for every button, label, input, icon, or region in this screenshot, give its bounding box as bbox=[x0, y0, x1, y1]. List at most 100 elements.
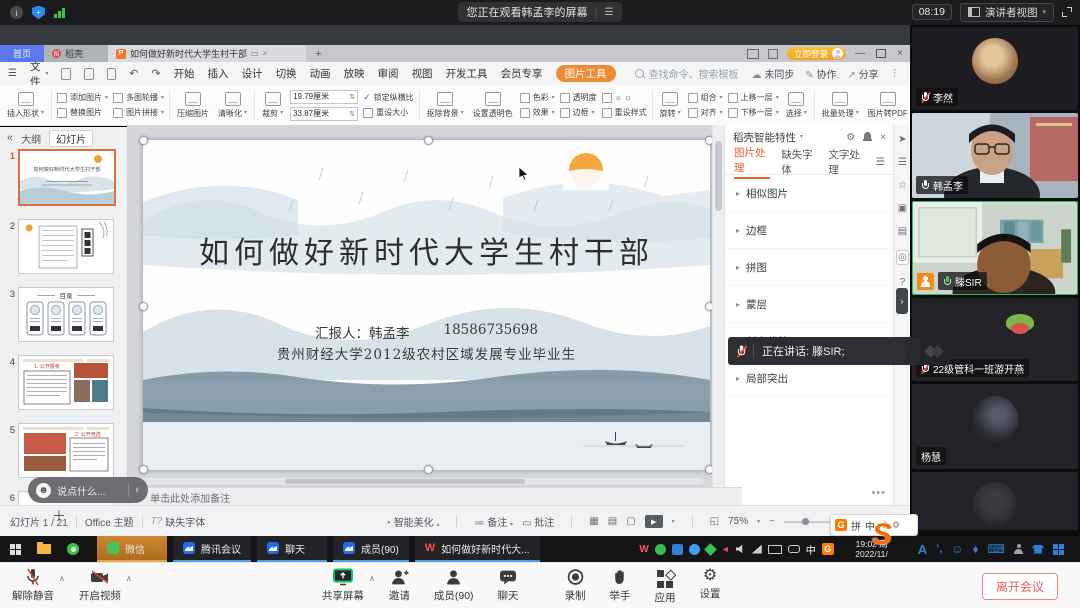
play-options-icon[interactable]: ▾ bbox=[672, 519, 675, 525]
bell-icon[interactable] bbox=[863, 132, 872, 142]
record-button[interactable]: 录制 bbox=[565, 568, 586, 603]
collapse-panel-icon[interactable]: « bbox=[7, 132, 13, 144]
window-split-icon[interactable] bbox=[768, 49, 778, 59]
browser-icon[interactable] bbox=[67, 543, 79, 555]
network-tray-icon[interactable] bbox=[752, 545, 762, 554]
panel-section[interactable]: ▸相似图片 bbox=[725, 175, 894, 212]
ribbon-button[interactable]: 边框▾ bbox=[560, 107, 597, 119]
slide-canvas[interactable]: 如何做好新时代大学生村干部 汇报人：韩孟李 18586735698 贵州财经大学… bbox=[127, 125, 712, 487]
ribbon-button[interactable]: 图片拼接▾ bbox=[113, 107, 164, 119]
sliders-icon[interactable]: ☰ bbox=[898, 158, 907, 168]
panel-tab[interactable]: 缺失字体 bbox=[781, 147, 817, 177]
taskbar-button[interactable]: 腾讯会议 bbox=[173, 536, 251, 562]
comment-button[interactable]: ▭ 批注 bbox=[522, 514, 554, 529]
ribbon-button[interactable]: 色彩▾ bbox=[520, 92, 555, 104]
theme-label[interactable]: Office 主题 bbox=[85, 514, 134, 529]
exit-fullscreen-icon[interactable] bbox=[1062, 7, 1072, 17]
size-input[interactable]: 33.87厘米⇅ bbox=[290, 107, 358, 121]
watching-banner[interactable]: 您正在观看韩孟李的屏幕 ☰ bbox=[458, 2, 623, 22]
ribbon-button[interactable]: 压缩图片 bbox=[175, 92, 211, 119]
toolbox-grid-icon[interactable] bbox=[1053, 544, 1064, 555]
sogou-s-logo[interactable]: S bbox=[872, 520, 892, 550]
menu-item[interactable]: 开发工具 bbox=[446, 66, 488, 81]
leave-meeting-button[interactable]: 离开会议 bbox=[982, 573, 1058, 600]
zoom-options-icon[interactable]: ▾ bbox=[757, 519, 760, 525]
battery-tray-icon[interactable] bbox=[768, 545, 782, 554]
info-icon[interactable]: i bbox=[10, 6, 23, 19]
panel-tab[interactable]: 文字处理 bbox=[828, 147, 864, 177]
login-button[interactable]: 立即登录 bbox=[787, 47, 846, 60]
slide-thumbnail-1[interactable]: 1 如何做好新时代大学生村干部 bbox=[3, 149, 127, 206]
ribbon-button[interactable]: 选择▾ bbox=[784, 92, 809, 119]
ribbon-button[interactable]: 重设大小 bbox=[363, 107, 414, 119]
account-icon[interactable] bbox=[1014, 544, 1023, 554]
participant-tile[interactable]: 李然 bbox=[912, 27, 1078, 110]
slideshow-play-button[interactable]: ▶ bbox=[645, 515, 663, 528]
share-options-icon[interactable]: ∧ bbox=[369, 574, 375, 583]
selection-handle[interactable] bbox=[705, 136, 712, 145]
meeting-tray-icon[interactable] bbox=[672, 544, 683, 555]
tab-docer[interactable]: 稻 稻壳 bbox=[44, 45, 108, 62]
start-button-icon[interactable] bbox=[10, 544, 21, 555]
panel-tab-menu-icon[interactable]: ☰ bbox=[876, 156, 885, 168]
ribbon-button[interactable]: 对齐▾ bbox=[688, 107, 723, 119]
video-options-icon[interactable]: ∧ bbox=[126, 574, 132, 583]
close-button[interactable]: × bbox=[897, 48, 903, 59]
ribbon-button[interactable]: ✓锁定纵横比 bbox=[363, 92, 414, 104]
ribbon-button[interactable]: 旋转▾ bbox=[658, 92, 683, 119]
help-icon[interactable]: ? bbox=[900, 278, 906, 288]
selection-handle[interactable] bbox=[139, 302, 148, 311]
location-icon[interactable]: ◎ bbox=[896, 250, 910, 265]
menu-item[interactable]: 会员专享 bbox=[501, 66, 543, 81]
minimize-button[interactable]: — bbox=[855, 48, 865, 59]
g-tray-icon[interactable]: G bbox=[822, 543, 834, 555]
size-input[interactable]: 19.79厘米⇅ bbox=[290, 90, 358, 104]
taskbar-button[interactable]: 聊天 bbox=[257, 536, 327, 562]
slide[interactable]: 如何做好新时代大学生村干部 汇报人：韩孟李 18586735698 贵州财经大学… bbox=[143, 140, 710, 470]
menu-item[interactable]: 插入 bbox=[208, 66, 229, 81]
skin-icon[interactable] bbox=[1032, 545, 1044, 554]
emoji-icon[interactable]: ☻ bbox=[36, 483, 51, 498]
assistant-icon[interactable]: ➤ bbox=[898, 135, 906, 145]
menu-item[interactable]: 切换 bbox=[276, 66, 297, 81]
participant-tile[interactable]: 杨慧 bbox=[912, 384, 1078, 469]
voice-input-icon[interactable]: ♦ bbox=[973, 542, 979, 556]
ribbon-button[interactable]: 裁剪▾ bbox=[260, 92, 285, 119]
slide-thumbnail-2[interactable]: 2 bbox=[3, 219, 127, 274]
more-dots-icon[interactable]: ••• bbox=[871, 487, 886, 499]
tab-document[interactable]: P 如何做好新时代大学生村干部 ▭ × bbox=[108, 45, 306, 62]
collaborate-button[interactable]: ✎ 协作 bbox=[805, 66, 836, 81]
tab-outline[interactable]: 大纲 bbox=[21, 131, 41, 146]
danmaku-chat-bubble[interactable]: ☻ 说点什么... ‹ bbox=[28, 477, 148, 503]
members-button[interactable]: 成员(90) bbox=[434, 568, 474, 603]
selection-handle[interactable] bbox=[424, 136, 433, 145]
ribbon-button[interactable]: 批量处理▾ bbox=[820, 92, 861, 119]
file-menu[interactable]: 文件▾ bbox=[30, 59, 49, 89]
share-button[interactable]: ↗ 分享 bbox=[848, 66, 879, 81]
reading-view-icon[interactable]: ▢ bbox=[626, 516, 635, 527]
panel-section[interactable]: ▸局部突出 bbox=[725, 360, 894, 397]
sync-status[interactable]: ☁ 未同步 bbox=[752, 66, 795, 81]
note-button[interactable]: ≔ 备注 ▾ bbox=[474, 514, 513, 529]
missing-font-label[interactable]: 缺失字体 bbox=[165, 514, 205, 529]
wechat-tray-icon[interactable] bbox=[655, 544, 666, 555]
slide-thumbnail-3[interactable]: 3 目录 bbox=[3, 287, 127, 342]
punctuation-icon[interactable]: ’, bbox=[936, 543, 942, 555]
emoji-picker-icon[interactable]: ☺ bbox=[951, 542, 963, 556]
save-icon[interactable] bbox=[61, 68, 71, 80]
close-panel-icon[interactable]: × bbox=[880, 132, 886, 143]
ime-settings-icon[interactable]: ⚙ bbox=[892, 520, 900, 531]
menu-item[interactable]: 放映 bbox=[344, 66, 365, 81]
zoom-out-icon[interactable]: − bbox=[769, 516, 775, 527]
selection-handle[interactable] bbox=[424, 465, 433, 474]
slide-sorter-icon[interactable]: ▤ bbox=[608, 516, 617, 527]
maximize-button[interactable] bbox=[876, 49, 886, 58]
participant-tile-active-speaker[interactable]: 滕SIR bbox=[912, 201, 1078, 295]
chat-button[interactable]: 聊天 bbox=[498, 568, 519, 603]
fit-slide-icon[interactable]: ◱ bbox=[710, 516, 719, 527]
slide-thumbnail-5[interactable]: 5 2. 公开竞选 bbox=[3, 423, 127, 478]
ribbon-button[interactable]: 多图轮播▾ bbox=[113, 92, 164, 104]
ribbon-button[interactable]: 重设样式 bbox=[602, 107, 647, 119]
taskbar-button[interactable]: W如何做好新时代大... bbox=[415, 536, 540, 562]
participant-tile[interactable] bbox=[912, 472, 1078, 530]
